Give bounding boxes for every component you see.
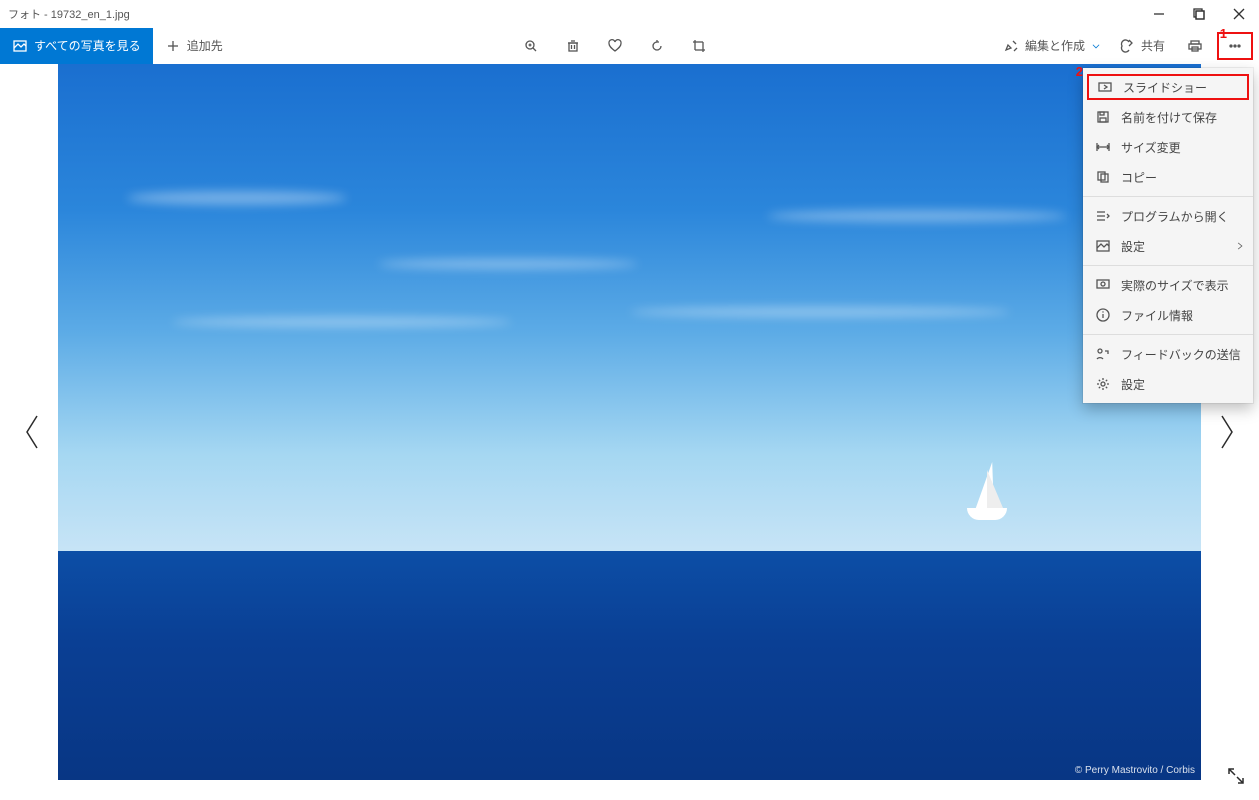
print-button[interactable] bbox=[1175, 28, 1215, 64]
photo-content: © Perry Mastrovito / Corbis bbox=[58, 64, 1201, 780]
menu-separator bbox=[1083, 265, 1253, 266]
menu-item-open-with[interactable]: プログラムから開く bbox=[1083, 201, 1253, 231]
more-options-menu: スライドショー 名前を付けて保存 サイズ変更 コピー プログラムから開く 設定 … bbox=[1083, 68, 1253, 403]
menu-item-copy[interactable]: コピー bbox=[1083, 162, 1253, 192]
cloud bbox=[172, 317, 512, 327]
menu-item-slideshow[interactable]: スライドショー bbox=[1087, 74, 1249, 100]
menu-item-actual-size[interactable]: 実際のサイズで表示 bbox=[1083, 270, 1253, 300]
photo-sky bbox=[58, 64, 1201, 551]
menu-item-resize[interactable]: サイズ変更 bbox=[1083, 132, 1253, 162]
favorite-button[interactable] bbox=[595, 28, 635, 64]
window-controls bbox=[1139, 0, 1259, 28]
maximize-button[interactable] bbox=[1179, 0, 1219, 28]
menu-item-settings[interactable]: 設定 bbox=[1083, 369, 1253, 399]
previous-photo-button[interactable] bbox=[12, 402, 52, 462]
cloud bbox=[378, 259, 638, 269]
menu-label: プログラムから開く bbox=[1121, 208, 1229, 225]
menu-item-save-as[interactable]: 名前を付けて保存 bbox=[1083, 102, 1253, 132]
photo-boat bbox=[967, 508, 1007, 520]
menu-item-set-as[interactable]: 設定 bbox=[1083, 231, 1253, 261]
toolbar-center bbox=[511, 28, 719, 64]
callout-2: 2 bbox=[1076, 64, 1083, 79]
edit-create-label: 編集と作成 bbox=[1025, 37, 1085, 54]
menu-label: 実際のサイズで表示 bbox=[1121, 277, 1229, 294]
menu-separator bbox=[1083, 196, 1253, 197]
minimize-button[interactable] bbox=[1139, 0, 1179, 28]
menu-label: ファイル情報 bbox=[1121, 307, 1193, 324]
edit-create-button[interactable]: 編集と作成 bbox=[995, 28, 1109, 64]
fullscreen-button[interactable] bbox=[1227, 767, 1245, 790]
close-button[interactable] bbox=[1219, 0, 1259, 28]
window-title: フォト - 19732_en_1.jpg bbox=[8, 6, 130, 22]
menu-label: 設定 bbox=[1121, 376, 1145, 393]
cloud bbox=[127, 191, 347, 205]
see-all-label: すべての写真を見る bbox=[34, 37, 141, 54]
menu-label: フィードバックの送信 bbox=[1121, 346, 1241, 363]
menu-label: サイズ変更 bbox=[1121, 139, 1181, 156]
toolbar: すべての写真を見る 追加先 編集と作成 共有 bbox=[0, 28, 1259, 64]
callout-1: 1 bbox=[1220, 26, 1227, 41]
menu-label: コピー bbox=[1121, 169, 1157, 186]
add-to-button[interactable]: 追加先 bbox=[153, 28, 235, 64]
menu-separator bbox=[1083, 334, 1253, 335]
title-bar: フォト - 19732_en_1.jpg bbox=[0, 0, 1259, 28]
menu-label: スライドショー bbox=[1123, 79, 1207, 96]
share-label: 共有 bbox=[1141, 37, 1165, 54]
menu-label: 設定 bbox=[1121, 238, 1145, 255]
crop-button[interactable] bbox=[679, 28, 719, 64]
menu-item-send-feedback[interactable]: フィードバックの送信 bbox=[1083, 339, 1253, 369]
rotate-button[interactable] bbox=[637, 28, 677, 64]
cloud bbox=[767, 210, 1067, 222]
add-to-label: 追加先 bbox=[187, 37, 223, 54]
see-all-photos-button[interactable]: すべての写真を見る bbox=[0, 28, 153, 64]
image-stage: © Perry Mastrovito / Corbis bbox=[0, 64, 1259, 800]
menu-label: 名前を付けて保存 bbox=[1121, 109, 1217, 126]
next-photo-button[interactable] bbox=[1207, 402, 1247, 462]
menu-item-file-info[interactable]: ファイル情報 bbox=[1083, 300, 1253, 330]
photo-credit: © Perry Mastrovito / Corbis bbox=[1075, 765, 1195, 776]
delete-button[interactable] bbox=[553, 28, 593, 64]
photo-sea bbox=[58, 551, 1201, 780]
zoom-button[interactable] bbox=[511, 28, 551, 64]
cloud bbox=[630, 307, 1010, 317]
share-button[interactable]: 共有 bbox=[1111, 28, 1173, 64]
